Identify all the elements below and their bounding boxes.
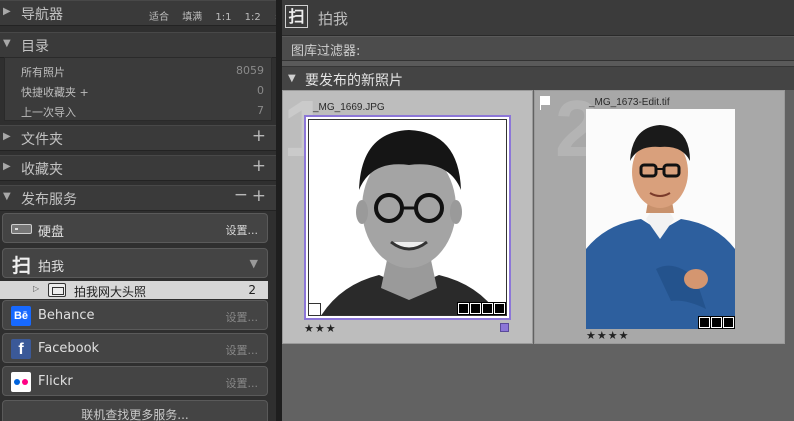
photo-filename: _MG_1669.JPG xyxy=(313,102,385,113)
flickr-icon xyxy=(11,372,31,392)
setup-button[interactable]: 设置... xyxy=(226,222,259,238)
bw-portrait-image xyxy=(309,120,506,315)
photo-thumbnail[interactable] xyxy=(586,109,735,329)
paiwo-logo-icon: 扫 xyxy=(285,5,308,28)
expand-triangle-icon[interactable]: ▶ xyxy=(3,161,11,172)
navigator-header[interactable]: ▶ 导航器 适合 填满 1:1 1:2 ⇕ xyxy=(0,0,281,26)
photo-grid: 1 _MG_1669.JPG xyxy=(282,84,794,421)
setup-button[interactable]: 设置... xyxy=(226,375,259,391)
crop-badge-icon[interactable] xyxy=(482,303,493,314)
publish-services-title: 发布服务 xyxy=(21,192,77,208)
zoom-options: 适合 填满 1:1 1:2 ⇕ xyxy=(149,8,281,23)
facebook-icon: f xyxy=(11,339,31,359)
collapse-triangle-icon[interactable]: ▼ xyxy=(3,38,11,49)
catalog-title: 目录 xyxy=(21,39,49,55)
publish-header: 扫 拍我 xyxy=(282,0,794,36)
service-name: 硬盘 xyxy=(38,225,65,240)
catalog-header[interactable]: ▼ 目录 xyxy=(0,32,276,58)
catalog-row[interactable]: 上一次导入 7 xyxy=(5,100,273,120)
service-behance[interactable]: Bē Behance 设置... xyxy=(2,300,268,330)
folders-header[interactable]: ▶ 文件夹 + xyxy=(0,125,276,151)
keyword-tag-icon[interactable] xyxy=(699,317,710,328)
expand-triangle-icon[interactable]: ▶ xyxy=(3,131,11,142)
color-label-chip[interactable] xyxy=(500,323,509,332)
develop-adjusted-icon[interactable] xyxy=(494,303,505,314)
color-portrait-image xyxy=(586,109,735,329)
collapse-triangle-icon[interactable]: ▼ xyxy=(250,257,258,270)
add-collection-icon[interactable]: + xyxy=(252,156,266,176)
catalog-list: 所有照片 8059 快捷收藏夹 + 0 上一次导入 7 xyxy=(4,57,272,121)
collection-badge-icon[interactable] xyxy=(711,317,722,328)
catalog-row[interactable]: 快捷收藏夹 + 0 xyxy=(5,80,273,100)
add-service-icon[interactable]: + xyxy=(252,186,266,206)
zoom-1-1-option[interactable]: 1:1 xyxy=(215,12,231,23)
collapse-triangle-icon[interactable]: ▼ xyxy=(3,191,11,202)
catalog-row-label: 所有照片 xyxy=(21,66,65,79)
catalog-row-count: 7 xyxy=(257,104,264,117)
collection-label: 拍我网大头照 xyxy=(74,285,147,299)
left-panel: ▶ 导航器 适合 填满 1:1 1:2 ⇕ ▼ 目录 所有照片 8059 快捷收… xyxy=(0,0,281,421)
remove-service-icon[interactable]: − xyxy=(234,185,248,205)
service-name: Behance xyxy=(38,308,95,323)
find-more-services-button[interactable]: 联机查找更多服务... xyxy=(2,400,268,421)
library-filter-label: 图库过滤器: xyxy=(291,44,361,59)
setup-button[interactable]: 设置... xyxy=(226,309,259,325)
expand-triangle-icon[interactable]: ▶ xyxy=(3,6,11,17)
navigator-title: 导航器 xyxy=(21,7,63,23)
zoom-fit-option[interactable]: 适合 xyxy=(149,12,169,23)
service-hard-drive[interactable]: 硬盘 设置... xyxy=(2,213,268,243)
collection-badge-icon[interactable] xyxy=(470,303,481,314)
service-name: Flickr xyxy=(38,374,73,389)
corner-marker-icon xyxy=(309,303,321,315)
grid-view: 扫 拍我 图库过滤器: ▼ 要发布的新照片 1 _MG_1669.JPG xyxy=(282,0,794,421)
behance-icon: Bē xyxy=(11,306,31,326)
find-more-services-label: 联机查找更多服务... xyxy=(81,408,189,421)
zoom-1-2-option[interactable]: 1:2 xyxy=(245,12,261,23)
flag-icon[interactable] xyxy=(540,96,550,110)
new-photos-header[interactable]: ▼ 要发布的新照片 xyxy=(282,66,794,90)
thumbnail-badges xyxy=(698,316,735,329)
collections-header[interactable]: ▶ 收藏夹 + xyxy=(0,155,276,181)
setup-button[interactable]: 设置... xyxy=(226,342,259,358)
photo-filename: _MG_1673-Edit.tif xyxy=(589,97,670,108)
service-flickr[interactable]: Flickr 设置... xyxy=(2,366,268,396)
zoom-fill-option[interactable]: 填满 xyxy=(182,12,202,23)
hard-drive-icon xyxy=(11,224,32,234)
published-collection-row[interactable]: ▷ 拍我网大头照 2 xyxy=(0,281,268,299)
service-facebook[interactable]: f Facebook 设置... xyxy=(2,333,268,363)
publish-title: 拍我 xyxy=(318,10,349,28)
catalog-row-label: 上一次导入 xyxy=(21,106,76,119)
catalog-row-count: 0 xyxy=(257,84,264,97)
photo-cell[interactable]: 2 _MG_1673-Edit.tif ★★★★ xyxy=(534,84,785,344)
star-rating[interactable]: ★★★★ xyxy=(586,329,629,342)
publish-services-header[interactable]: ▼ 发布服务 − + xyxy=(0,185,276,211)
disclosure-triangle-icon[interactable]: ▷ xyxy=(33,284,39,293)
service-name: 拍我 xyxy=(38,260,65,275)
collection-count: 2 xyxy=(248,283,256,297)
service-name: Facebook xyxy=(38,341,100,356)
keyword-tag-icon[interactable] xyxy=(458,303,469,314)
service-paiwo[interactable]: 扫 拍我 ▼ xyxy=(2,248,268,278)
star-rating[interactable]: ★★★ xyxy=(304,322,337,335)
collections-title: 收藏夹 xyxy=(21,162,63,178)
photo-cell[interactable]: 1 _MG_1669.JPG xyxy=(282,84,533,344)
catalog-row[interactable]: 所有照片 8059 xyxy=(5,60,273,80)
published-collection-icon xyxy=(48,283,66,297)
thumbnail-badges xyxy=(457,302,506,315)
develop-adjusted-icon[interactable] xyxy=(723,317,734,328)
folders-title: 文件夹 xyxy=(21,132,63,148)
library-filter-bar[interactable]: 图库过滤器: xyxy=(282,37,794,61)
add-folder-icon[interactable]: + xyxy=(252,126,266,146)
photo-thumbnail[interactable] xyxy=(304,115,511,320)
catalog-row-label: 快捷收藏夹 + xyxy=(21,86,89,99)
catalog-row-count: 8059 xyxy=(236,64,264,77)
paiwo-logo-icon: 扫 xyxy=(12,255,32,277)
